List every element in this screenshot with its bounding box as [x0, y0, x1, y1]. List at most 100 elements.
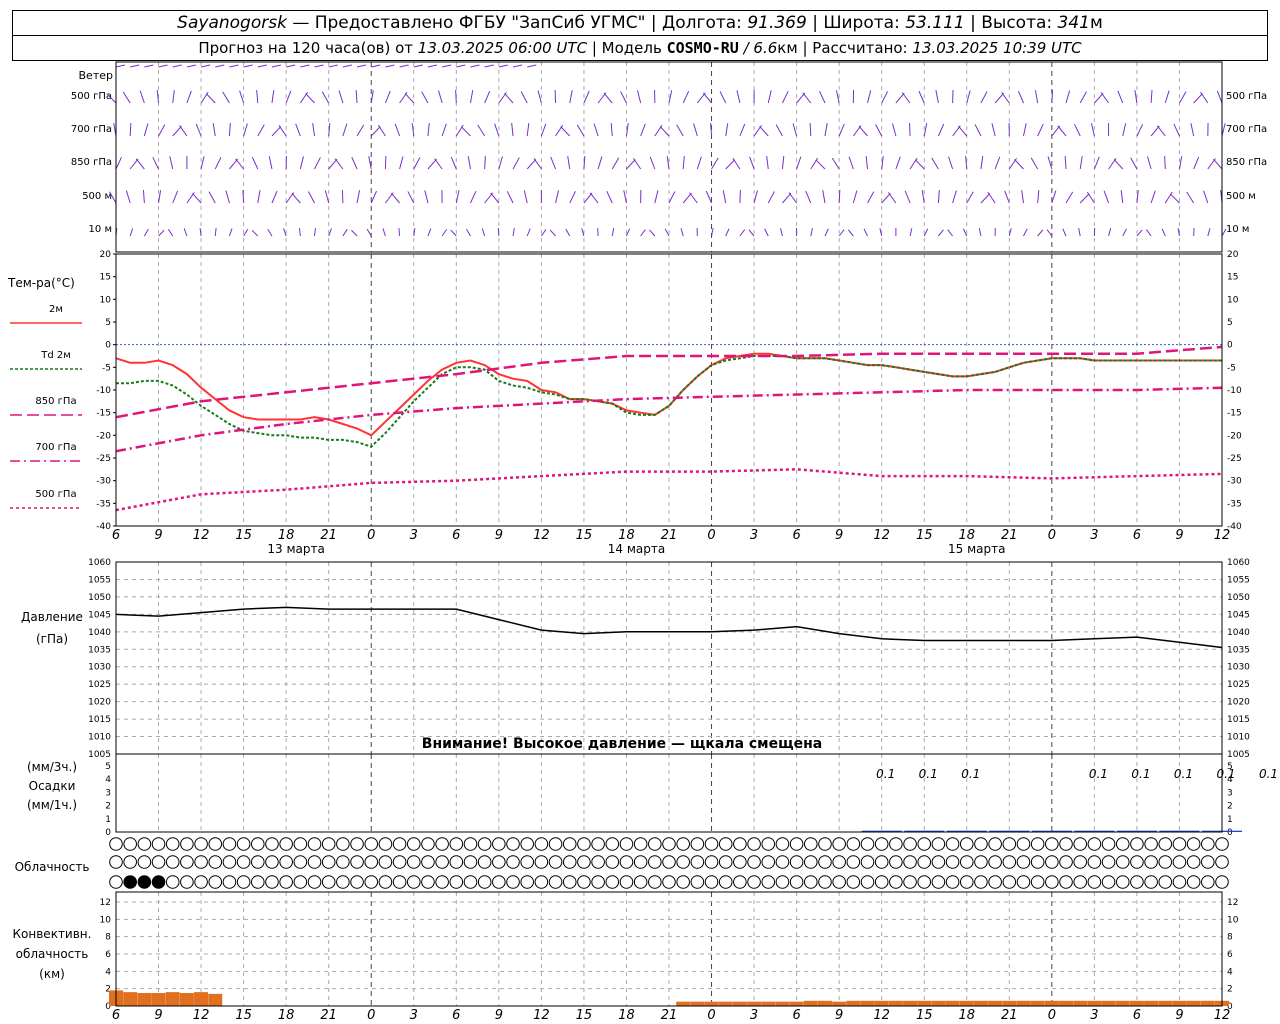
conv-tick-right: 4	[1227, 967, 1233, 977]
conv-bar	[123, 992, 138, 1006]
precip-tick-left: 2	[105, 802, 111, 812]
wind-barb	[399, 156, 404, 170]
wind-level-label-right: 850 гПа	[1226, 157, 1267, 168]
cloud-symbol-upper	[449, 837, 464, 851]
cloud-symbol-middle	[1030, 855, 1045, 869]
cloud-symbol-middle	[959, 855, 974, 869]
wind-barb	[328, 158, 338, 170]
pressure-tick-right: 1050	[1227, 593, 1250, 603]
wind-barb	[606, 191, 613, 204]
cloud-symbol-lower	[378, 875, 393, 889]
conv-bar	[718, 1001, 733, 1006]
wind-barb	[413, 228, 416, 237]
cloud-symbol-middle	[520, 855, 535, 869]
cloud-symbol-upper	[633, 837, 648, 851]
wind-barb	[1065, 90, 1071, 104]
wind-barb	[228, 122, 231, 137]
wind-barb	[711, 157, 719, 170]
cloud-symbol-upper	[180, 837, 194, 851]
wind-barb	[370, 126, 381, 137]
wind-barb	[1051, 190, 1057, 204]
wind-barb	[135, 158, 145, 170]
wind-barb	[228, 228, 233, 237]
wind-barb	[994, 92, 1005, 104]
cloud-symbol-middle	[208, 855, 223, 869]
wind-barb	[523, 190, 528, 204]
wind-barb	[1034, 90, 1039, 104]
wind-barb	[1093, 156, 1100, 170]
conv-bar	[789, 1001, 804, 1006]
precip-value-label: 0.1	[919, 767, 938, 781]
wind-barb	[267, 228, 273, 237]
conv-bar	[1101, 1000, 1116, 1006]
cloud-symbol-lower	[761, 875, 776, 889]
cloud-symbol-upper	[718, 837, 733, 851]
cloud-symbol-middle	[1087, 855, 1102, 869]
precip-tick-left: 3	[105, 788, 111, 798]
cloud-symbol-middle	[421, 855, 435, 869]
cloud-symbol-lower	[165, 875, 180, 889]
wind-barb	[298, 227, 301, 237]
cloud-symbol-middle	[123, 855, 137, 869]
wind-barb	[338, 90, 344, 104]
hour-tick-label: 6	[112, 528, 120, 543]
cloud-symbol-upper	[1030, 837, 1045, 851]
conv-bar	[1016, 1000, 1031, 1006]
wind-barb	[937, 123, 945, 137]
cloud-symbol-upper	[123, 837, 137, 851]
wind-barb	[611, 228, 615, 237]
precip-tick-right: 1	[1227, 815, 1233, 825]
cloud-symbol-middle	[1215, 855, 1229, 869]
hour-tick-label-bottom: 12	[1214, 1008, 1231, 1023]
wind-barb	[520, 91, 528, 104]
conv-bar	[903, 1000, 918, 1006]
hour-tick-label-bottom: 0	[1048, 1008, 1056, 1023]
cloud-symbol-lower	[889, 875, 903, 889]
hour-tick-label: 21	[320, 528, 337, 543]
conv-tick-left: 8	[105, 933, 111, 943]
hour-tick-label-bottom: 6	[792, 1008, 800, 1023]
conv-bar	[817, 1000, 832, 1006]
cloud-symbol-lower	[180, 875, 194, 889]
hour-tick-label: 15	[916, 528, 933, 543]
wind-barb	[356, 190, 361, 204]
wind-barb	[1021, 190, 1024, 204]
cloud-symbol-middle	[222, 855, 237, 869]
wind-barb	[214, 157, 222, 170]
cloud-symbol-lower	[959, 875, 974, 889]
wind-barb	[199, 227, 202, 237]
wind-barb	[299, 156, 304, 170]
wind-barb	[243, 123, 248, 137]
pressure-tick-left: 1045	[88, 610, 111, 620]
cloud-symbol-upper	[463, 837, 478, 851]
wind-barb	[469, 90, 474, 104]
hour-tick-label: 21	[1001, 528, 1018, 543]
hour-tick-label: 0	[1048, 528, 1056, 543]
cloud-symbol-upper	[364, 837, 379, 851]
wind-barb	[366, 228, 372, 237]
wind-barb	[668, 191, 676, 204]
wind-barb	[172, 126, 182, 137]
wind-barb	[540, 123, 547, 137]
conv-bar	[888, 1000, 903, 1006]
wind-barb	[271, 126, 282, 137]
conv-bar	[775, 1001, 790, 1006]
temp-tick-right: -30	[1227, 477, 1242, 487]
temp-tick-left: 0	[105, 341, 111, 351]
wind-barb	[1203, 190, 1209, 204]
cloud-symbol-middle	[889, 855, 903, 869]
cloud-symbol-upper	[988, 837, 1002, 851]
wind-barb	[649, 156, 656, 170]
hour-tick-label-bottom: 12	[193, 1008, 210, 1023]
pressure-tick-left: 1060	[88, 558, 111, 568]
temp-tick-right: -10	[1227, 386, 1242, 396]
wind-barb	[732, 157, 741, 170]
wind-barb	[1103, 190, 1110, 204]
cloud-symbol-upper	[860, 837, 875, 851]
cloud-symbol-lower	[789, 875, 804, 889]
hour-tick-label-bottom: 18	[278, 1008, 295, 1023]
cloud-symbol-upper	[931, 837, 946, 851]
wind-barb	[810, 157, 819, 170]
wind-barb	[725, 159, 736, 170]
cloud-symbol-upper	[477, 837, 492, 851]
